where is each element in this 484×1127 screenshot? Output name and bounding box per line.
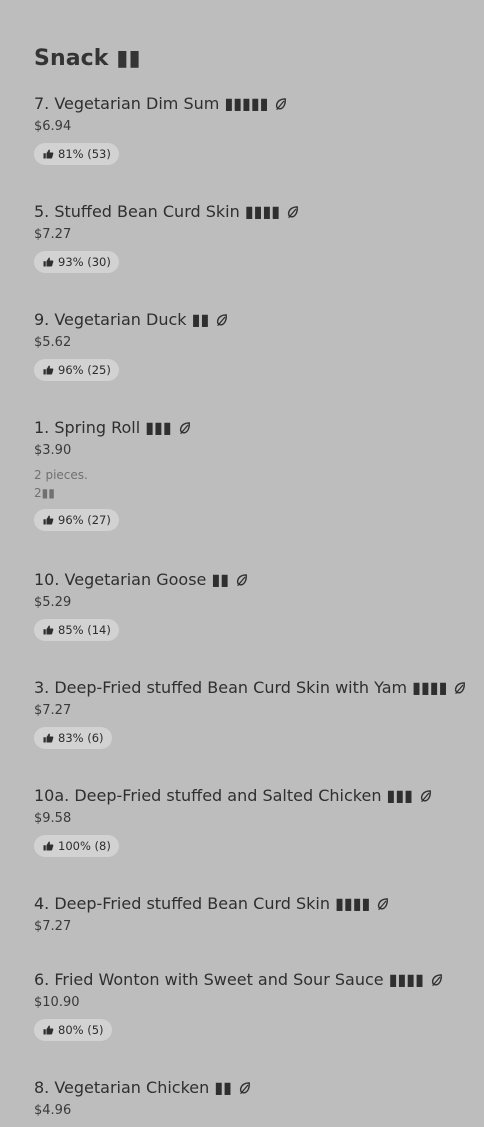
rating-badge: 83% (6) — [34, 727, 112, 749]
leaf-icon — [420, 790, 431, 803]
menu-item-price: $3.90 — [34, 443, 72, 458]
thumbs-up-icon — [43, 625, 54, 635]
leaf-icon — [287, 206, 298, 219]
menu-page: Snack ▮▮ 7. Vegetarian Dim Sum ▮▮▮▮▮ $6.… — [0, 0, 484, 1127]
rating-text: 93% (30) — [58, 255, 111, 269]
rating-text: 96% (27) — [58, 513, 111, 527]
menu-item-title: 10a. Deep-Fried stuffed and Salted Chick… — [34, 786, 413, 805]
menu-item[interactable]: 8. Vegetarian Chicken ▮▮ $4.96 — [34, 1078, 464, 1120]
menu-item-price: $10.90 — [34, 995, 80, 1010]
thumbs-up-icon — [43, 1025, 54, 1035]
leaf-icon — [455, 682, 466, 695]
rating-text: 96% (25) — [58, 363, 111, 377]
thumbs-up-icon — [43, 515, 54, 525]
menu-item[interactable]: 10a. Deep-Fried stuffed and Salted Chick… — [34, 786, 464, 857]
leaf-icon — [239, 1082, 250, 1095]
menu-item-title: 8. Vegetarian Chicken ▮▮ — [34, 1078, 232, 1097]
rating-badge: 80% (5) — [34, 1019, 112, 1041]
thumbs-up-icon — [43, 365, 54, 375]
rating-badge: 96% (27) — [34, 509, 119, 531]
menu-item-title: 3. Deep-Fried stuffed Bean Curd Skin wit… — [34, 678, 448, 697]
menu-item-title-row: 7. Vegetarian Dim Sum ▮▮▮▮▮ — [34, 94, 464, 114]
rating-badge: 85% (14) — [34, 619, 119, 641]
menu-item-title-row: 10. Vegetarian Goose ▮▮ — [34, 570, 464, 590]
menu-item[interactable]: 6. Fried Wonton with Sweet and Sour Sauc… — [34, 970, 464, 1041]
menu-item-price: $5.62 — [34, 335, 72, 350]
menu-item[interactable]: 9. Vegetarian Duck ▮▮ $5.62 96% (25) — [34, 310, 464, 381]
menu-item-title: 5. Stuffed Bean Curd Skin ▮▮▮▮ — [34, 202, 281, 221]
menu-item-title-row: 5. Stuffed Bean Curd Skin ▮▮▮▮ — [34, 202, 464, 222]
menu-item-title-row: 8. Vegetarian Chicken ▮▮ — [34, 1078, 464, 1098]
thumbs-up-icon — [43, 257, 54, 267]
leaf-icon — [276, 98, 287, 111]
menu-item-description-secondary: 2▮▮ — [34, 486, 55, 500]
rating-text: 81% (53) — [58, 147, 111, 161]
rating-text: 100% (8) — [58, 839, 111, 853]
menu-item-description: 2 pieces. — [34, 468, 88, 482]
rating-badge: 81% (53) — [34, 143, 119, 165]
menu-item[interactable]: 4. Deep-Fried stuffed Bean Curd Skin ▮▮▮… — [34, 894, 464, 936]
menu-item[interactable]: 10. Vegetarian Goose ▮▮ $5.29 85% (14) — [34, 570, 464, 641]
menu-item-price: $6.94 — [34, 119, 72, 134]
menu-item-title: 7. Vegetarian Dim Sum ▮▮▮▮▮ — [34, 94, 269, 113]
menu-item-title-row: 6. Fried Wonton with Sweet and Sour Sauc… — [34, 970, 464, 990]
leaf-icon — [179, 422, 190, 435]
menu-item-title: 4. Deep-Fried stuffed Bean Curd Skin ▮▮▮… — [34, 894, 371, 913]
rating-text: 80% (5) — [58, 1023, 104, 1037]
leaf-icon — [217, 314, 228, 327]
rating-badge: 96% (25) — [34, 359, 119, 381]
leaf-icon — [431, 974, 442, 987]
menu-item[interactable]: 5. Stuffed Bean Curd Skin ▮▮▮▮ $7.27 93%… — [34, 202, 464, 273]
menu-item-price: $9.58 — [34, 811, 72, 826]
rating-badge: 100% (8) — [34, 835, 119, 857]
rating-badge: 93% (30) — [34, 251, 119, 273]
rating-text: 83% (6) — [58, 731, 104, 745]
menu-item-title: 1. Spring Roll ▮▮▮ — [34, 418, 172, 437]
menu-item-price: $5.29 — [34, 595, 72, 610]
rating-text: 85% (14) — [58, 623, 111, 637]
menu-item-price: $4.96 — [34, 1103, 72, 1118]
thumbs-up-icon — [43, 841, 54, 851]
menu-item-title-row: 1. Spring Roll ▮▮▮ — [34, 418, 464, 438]
thumbs-up-icon — [43, 149, 54, 159]
menu-item-title-row: 10a. Deep-Fried stuffed and Salted Chick… — [34, 786, 464, 806]
menu-item-title-row: 3. Deep-Fried stuffed Bean Curd Skin wit… — [34, 678, 466, 698]
menu-item-title: 6. Fried Wonton with Sweet and Sour Sauc… — [34, 970, 424, 989]
menu-item-title: 10. Vegetarian Goose ▮▮ — [34, 570, 230, 589]
menu-item[interactable]: 3. Deep-Fried stuffed Bean Curd Skin wit… — [34, 678, 466, 749]
menu-item-title-row: 4. Deep-Fried stuffed Bean Curd Skin ▮▮▮… — [34, 894, 464, 914]
menu-item-price: $7.27 — [34, 227, 72, 242]
section-title: Snack ▮▮ — [34, 46, 141, 71]
leaf-icon — [236, 574, 247, 587]
menu-item-title: 9. Vegetarian Duck ▮▮ — [34, 310, 210, 329]
leaf-icon — [378, 898, 389, 911]
menu-item-price: $7.27 — [34, 919, 72, 934]
menu-item[interactable]: 1. Spring Roll ▮▮▮ $3.90 2 pieces. 2▮▮ 9… — [34, 418, 464, 531]
menu-item-price: $7.27 — [34, 703, 72, 718]
menu-item-title-row: 9. Vegetarian Duck ▮▮ — [34, 310, 464, 330]
thumbs-up-icon — [43, 733, 54, 743]
menu-item[interactable]: 7. Vegetarian Dim Sum ▮▮▮▮▮ $6.94 81% (5… — [34, 94, 464, 165]
